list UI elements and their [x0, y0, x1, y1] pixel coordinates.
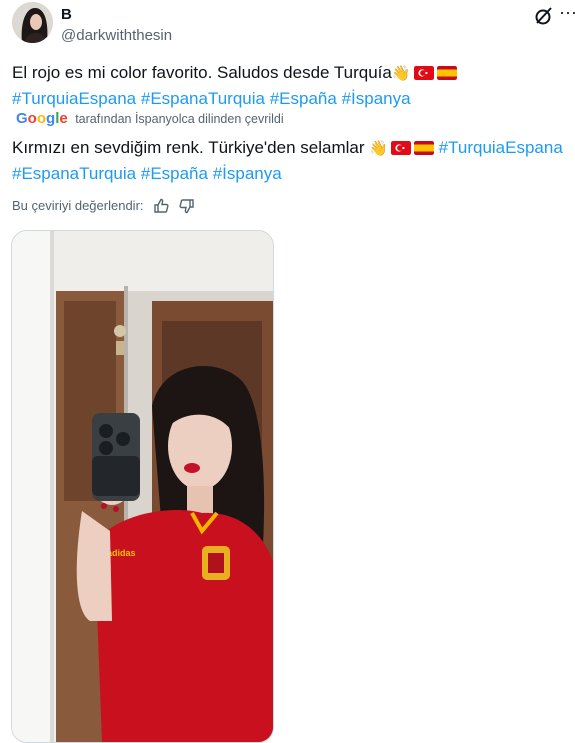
svg-text:adidas: adidas [107, 548, 136, 558]
thumbs-down-icon[interactable] [179, 198, 195, 217]
hashtag-link[interactable]: #TurquiaEspana [12, 89, 136, 108]
waving-hand-icon: 👋 [369, 140, 388, 157]
spain-flag-icon [436, 66, 457, 80]
translation-attribution[interactable]: Google tarafından İspanyolca dilinden çe… [16, 110, 284, 127]
hashtag-link[interactable]: #TurquiaEspana [439, 138, 563, 157]
author-name[interactable]: B [61, 6, 72, 23]
hashtag-link[interactable]: #EspanaTurquia [12, 164, 136, 183]
tweet-text-original: El rojo es mi color favorito. Saludos de… [12, 60, 572, 111]
hashtag-link[interactable]: #España [141, 164, 208, 183]
hashtag-link[interactable]: #España [270, 89, 337, 108]
thumbs-up-icon[interactable] [153, 198, 169, 217]
rate-translation: Bu çeviriyi değerlendir: [12, 198, 195, 217]
original-text: El rojo es mi color favorito. Saludos de… [12, 63, 392, 82]
google-logo: Google [16, 110, 68, 127]
grok-icon[interactable] [534, 6, 554, 26]
tweet-photo[interactable]: adidas [11, 230, 274, 743]
hashtag-link[interactable]: #İspanya [342, 89, 411, 108]
hashtag-link[interactable]: #EspanaTurquia [141, 89, 265, 108]
avatar[interactable] [12, 2, 53, 43]
waving-hand-icon: 👋 [391, 65, 411, 82]
translation-source: tarafından İspanyolca dilinden çevrildi [75, 112, 284, 126]
author-handle[interactable]: @darkwiththesin [61, 27, 172, 44]
spain-flag-icon [413, 141, 434, 155]
translated-text: Kırmızı en sevdiğim renk. Türkiye'den se… [12, 138, 365, 157]
more-icon[interactable]: ··· [559, 2, 575, 22]
turkey-flag-icon [413, 66, 434, 80]
tweet-text-translated: Kırmızı en sevdiğim renk. Türkiye'den se… [12, 135, 572, 186]
rate-prompt: Bu çeviriyi değerlendir: [12, 198, 144, 213]
hashtag-link[interactable]: #İspanya [213, 164, 282, 183]
turkey-flag-icon [390, 141, 411, 155]
